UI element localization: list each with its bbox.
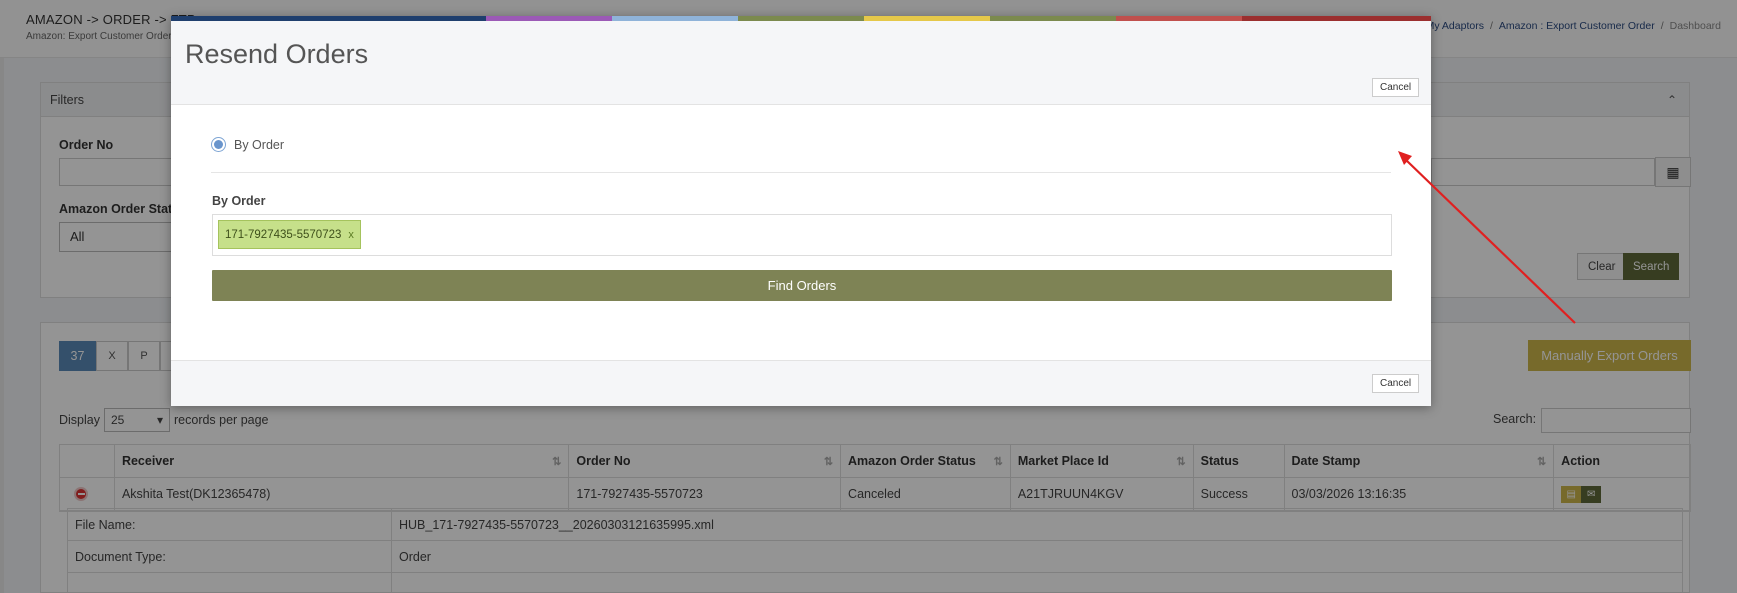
order-tag-value: 171-7927435-5570723 <box>225 228 342 241</box>
divider <box>211 172 1391 173</box>
remove-tag-icon[interactable]: x <box>348 229 354 241</box>
cancel-button-bottom[interactable]: Cancel <box>1372 374 1420 393</box>
order-tag: 171-7927435-5570723 x <box>218 220 361 249</box>
by-order-label: By Order <box>212 194 266 208</box>
by-order-radio[interactable]: By Order <box>211 137 284 152</box>
cancel-button-top[interactable]: Cancel <box>1372 78 1420 97</box>
find-orders-button[interactable]: Find Orders <box>212 270 1392 301</box>
radio-label: By Order <box>234 137 285 152</box>
radio-selected-icon[interactable] <box>211 137 226 152</box>
modal-footer: Cancel <box>171 360 1431 406</box>
resend-orders-modal: Resend Orders Cancel By Order By Order 1… <box>171 16 1431 406</box>
modal-header: Resend Orders Cancel <box>171 21 1431 105</box>
order-tags-input[interactable]: 171-7927435-5570723 x <box>212 214 1392 256</box>
modal-title: Resend Orders <box>185 39 369 69</box>
